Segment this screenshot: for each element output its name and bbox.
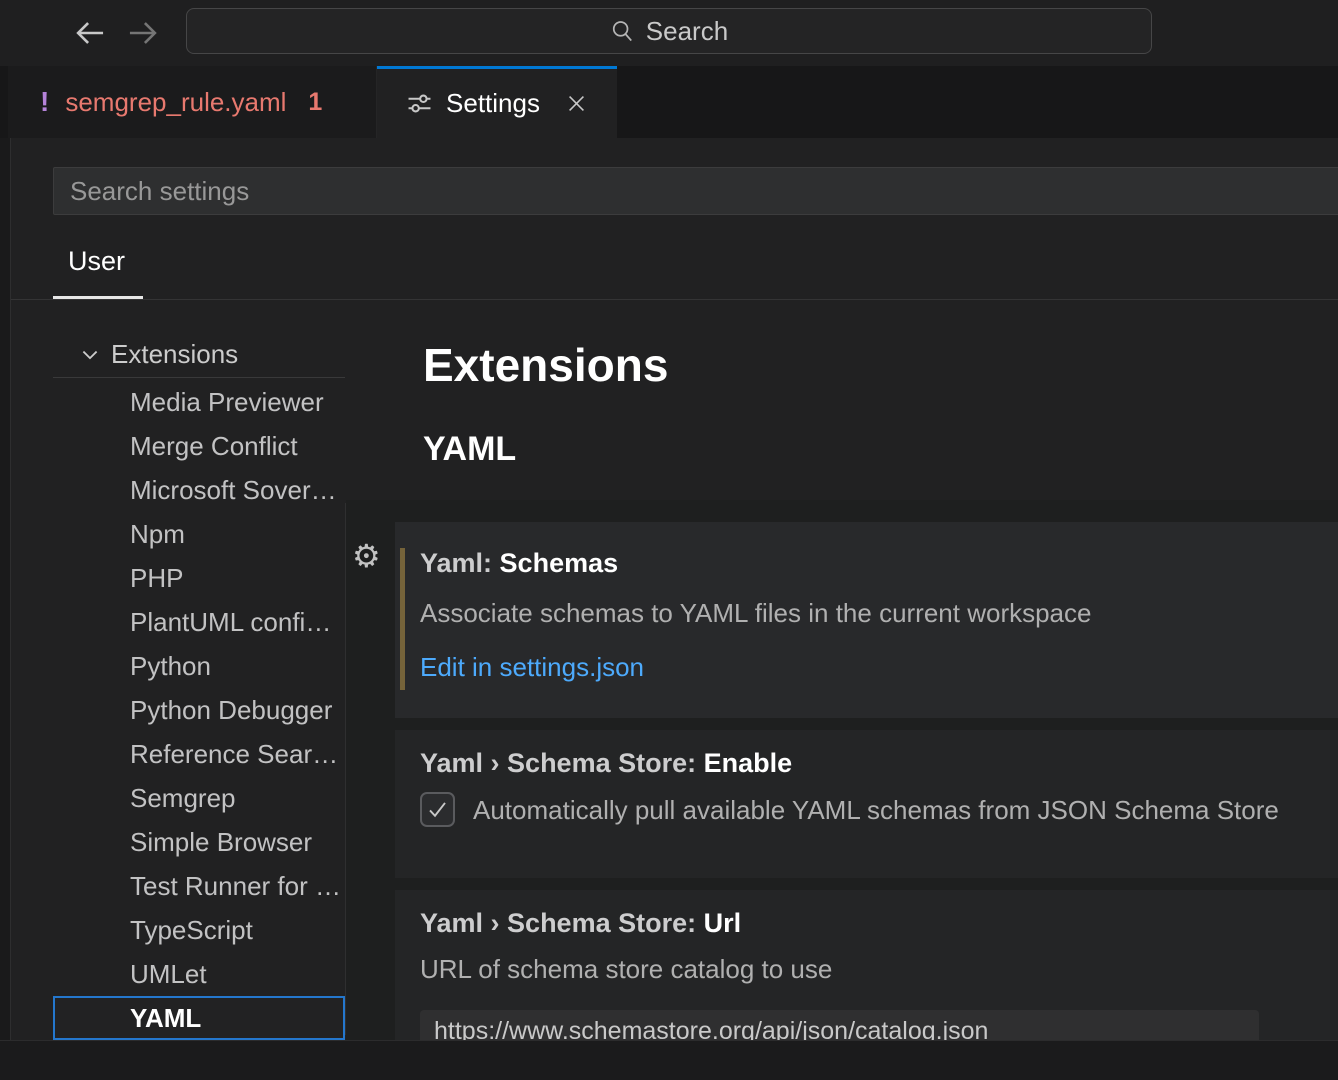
editor-left-rail <box>0 138 11 1040</box>
toc-item-label: UMLet <box>130 959 207 989</box>
modified-setting-indicator <box>400 548 405 690</box>
settings-subheading: YAML <box>423 430 516 469</box>
settings-heading: Extensions <box>423 338 668 392</box>
settings-toc-tree: Extensions Media Previewer Merge Conflic… <box>53 332 345 1040</box>
toc-item[interactable]: Test Runner for … <box>53 864 345 908</box>
toc-item[interactable]: UMLet <box>53 952 345 996</box>
checkmark-icon <box>425 797 450 822</box>
setting-title: Yaml › Schema Store: Url <box>420 906 741 940</box>
setting-row-yaml-schemas[interactable]: Yaml: Schemas Associate schemas to YAML … <box>395 522 1338 718</box>
editor-tab-bar: ! semgrep_rule.yaml 1 Settings <box>0 66 1338 138</box>
toc-item-label: Merge Conflict <box>130 431 298 461</box>
setting-title-prefix: Yaml › Schema Store: <box>420 748 704 778</box>
setting-title-prefix: Yaml: <box>420 548 500 578</box>
arrow-left-icon <box>71 14 109 52</box>
toc-item[interactable]: PlantUML confi… <box>53 600 345 644</box>
close-tab-button[interactable] <box>565 92 588 115</box>
tab-problem-badge: 1 <box>308 88 322 117</box>
toc-item[interactable]: Merge Conflict <box>53 424 345 468</box>
tab-settings[interactable]: Settings <box>377 66 617 138</box>
search-icon <box>610 19 635 44</box>
checkbox-label: Automatically pull available YAML schema… <box>473 795 1279 826</box>
toc-item-label: Media Previewer <box>130 387 324 417</box>
chevron-down-icon <box>79 344 101 366</box>
toc-item-label: Test Runner for … <box>130 871 341 901</box>
setting-row-schema-store-enable[interactable]: Yaml › Schema Store: Enable Automaticall… <box>395 730 1338 878</box>
settings-editor: User Extensions Media Previewer Merge Co… <box>0 138 1338 1040</box>
toc-item[interactable]: Python Debugger <box>53 688 345 732</box>
vscode-window: Search ! semgrep_rule.yaml 1 Settings <box>0 0 1338 1080</box>
setting-row-schema-store-url[interactable]: Yaml › Schema Store: Url URL of schema s… <box>395 890 1338 1040</box>
bottom-panel-edge <box>0 1040 1338 1080</box>
toc-item-label: TypeScript <box>130 915 253 945</box>
toc-item[interactable]: Semgrep <box>53 776 345 820</box>
setting-gear-icon[interactable]: ⚙ <box>352 540 381 572</box>
toc-item[interactable]: Npm <box>53 512 345 556</box>
tab-label: Settings <box>446 88 540 119</box>
setting-title-prefix: Yaml › Schema Store: <box>420 908 704 938</box>
toc-item[interactable]: Microsoft Sover… <box>53 468 345 512</box>
toc-item-label: Microsoft Sover… <box>130 475 337 505</box>
toc-item-label: PHP <box>130 563 183 593</box>
toc-item-extensions[interactable]: Extensions <box>53 332 345 377</box>
tab-label: semgrep_rule.yaml <box>65 87 286 118</box>
edit-in-settings-json-link[interactable]: Edit in settings.json <box>420 652 644 683</box>
toc-item-label: Python <box>130 651 211 681</box>
setting-title-key: Enable <box>704 748 793 778</box>
toc-item[interactable]: Media Previewer <box>53 380 345 424</box>
setting-description: Associate schemas to YAML files in the c… <box>420 598 1091 629</box>
toc-item-label: Npm <box>130 519 185 549</box>
command-center-search[interactable]: Search <box>186 8 1152 54</box>
setting-description: URL of schema store catalog to use <box>420 954 832 985</box>
scope-tab-active-underline <box>53 296 143 299</box>
tab-semgrep-rule-yaml[interactable]: ! semgrep_rule.yaml 1 <box>8 66 377 138</box>
toc-item-label: YAML <box>130 1003 201 1033</box>
toc-item[interactable]: YAML <box>53 996 345 1040</box>
setting-title: Yaml › Schema Store: Enable <box>420 746 792 780</box>
title-bar: Search <box>0 0 1338 66</box>
toc-item[interactable]: Simple Browser <box>53 820 345 864</box>
toc-item-label: Semgrep <box>130 783 236 813</box>
scope-tab-user[interactable]: User <box>68 246 125 277</box>
toc-divider <box>53 377 345 378</box>
toc-item-label: Python Debugger <box>130 695 332 725</box>
toc-extension-list: Media Previewer Merge Conflict Microsoft… <box>53 380 345 1040</box>
enable-checkbox[interactable] <box>420 792 455 827</box>
toc-item[interactable]: PHP <box>53 556 345 600</box>
toc-item-label: Simple Browser <box>130 827 312 857</box>
navigate-forward-button[interactable] <box>123 13 163 53</box>
toc-item-label: Reference Sear… <box>130 739 338 769</box>
settings-sliders-icon <box>406 90 433 117</box>
toc-item-label: PlantUML confi… <box>130 607 331 637</box>
schema-store-url-input[interactable] <box>420 1010 1259 1040</box>
setting-title: Yaml: Schemas <box>420 546 618 580</box>
setting-title-key: Schemas <box>500 548 619 578</box>
toc-item[interactable]: TypeScript <box>53 908 345 952</box>
navigate-back-button[interactable] <box>70 13 110 53</box>
settings-search-input[interactable] <box>53 167 1338 215</box>
arrow-right-icon <box>124 14 162 52</box>
scope-bar-divider <box>11 299 1338 300</box>
error-indicator-icon: ! <box>40 86 49 118</box>
setting-title-key: Url <box>704 908 742 938</box>
toc-root-label: Extensions <box>111 339 238 370</box>
toc-item[interactable]: Python <box>53 644 345 688</box>
command-center-label: Search <box>646 16 728 47</box>
toc-item[interactable]: Reference Sear… <box>53 732 345 776</box>
